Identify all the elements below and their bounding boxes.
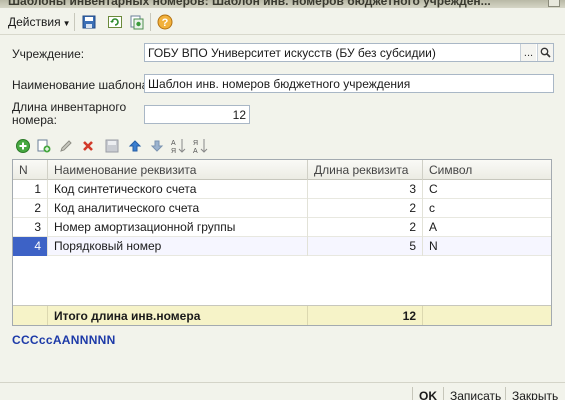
cell-length: 3 — [308, 180, 423, 199]
institution-field[interactable]: ГОБУ ВПО Университет искусств (БУ без су… — [144, 43, 554, 62]
edit-icon[interactable] — [57, 137, 74, 154]
window-titlebar[interactable]: Шаблоны инвентарных номеров: Шаблон инв.… — [0, 0, 565, 8]
cell-length: 2 — [308, 218, 423, 237]
footer-blank — [13, 306, 48, 325]
delete-icon[interactable] — [79, 137, 96, 154]
toolbar-separator — [74, 13, 75, 31]
cell-name: Код аналитического счета — [48, 199, 308, 218]
actions-menu-button[interactable]: Действия ▼ — [4, 13, 75, 31]
end-edit-icon[interactable] — [103, 137, 120, 154]
svg-text:Я: Я — [193, 140, 198, 147]
bottom-divider — [0, 382, 565, 383]
cell-length: 2 — [308, 199, 423, 218]
cell-name: Код синтетического счета — [48, 180, 308, 199]
save-button[interactable]: Записать — [450, 389, 501, 400]
column-header-n[interactable]: N — [13, 160, 48, 180]
template-name-input[interactable]: Шаблон инв. номеров бюджетного учреждени… — [144, 74, 554, 93]
svg-text:A: A — [193, 148, 198, 154]
select-button[interactable]: ... — [520, 44, 536, 61]
institution-label: Учреждение: — [12, 47, 85, 61]
sort-asc-icon[interactable]: AЯ — [170, 137, 187, 154]
button-separator — [505, 387, 506, 400]
length-label: Длина инвентарного номера: — [12, 101, 126, 127]
cell-symbol: c — [429, 201, 435, 215]
length-value: 12 — [232, 108, 246, 122]
requisites-table[interactable]: N Наименование реквизита Длина реквизита… — [12, 159, 552, 326]
svg-text:A: A — [171, 140, 176, 147]
close-button[interactable]: Закрыть — [512, 389, 558, 400]
refresh-icon[interactable] — [106, 13, 124, 31]
move-down-icon[interactable] — [148, 137, 165, 154]
cell-n: 2 — [13, 199, 48, 218]
length-label-line2: номера: — [12, 113, 57, 127]
cell-n: 1 — [13, 180, 48, 199]
institution-value: ГОБУ ВПО Университет искусств (БУ без су… — [148, 46, 436, 60]
cell-length: 5 — [308, 237, 423, 256]
copy-icon[interactable] — [128, 13, 146, 31]
length-input[interactable]: 12 — [144, 105, 250, 124]
column-header-length[interactable]: Длина реквизита — [308, 160, 423, 180]
footer-total: 12 — [308, 306, 423, 325]
select-button-label: ... — [523, 46, 534, 59]
table-row-selected[interactable]: 4 Порядковый номер 5 N — [13, 237, 551, 256]
copy-row-icon[interactable] — [35, 137, 52, 154]
actions-menu-label: Действия — [8, 15, 61, 29]
table-row[interactable]: 1 Код синтетического счета 3 C — [13, 180, 551, 199]
column-header-name[interactable]: Наименование реквизита — [48, 160, 308, 180]
cell-n: 4 — [13, 237, 48, 256]
table-row[interactable]: 3 Номер амортизационной группы 2 A — [13, 218, 551, 237]
table-footer: Итого длина инв.номера 12 — [13, 305, 551, 325]
table-header: N Наименование реквизита Длина реквизита… — [13, 160, 551, 180]
button-separator — [443, 387, 444, 400]
pattern-preview: CCCccAANNNNN — [12, 333, 116, 347]
ok-button[interactable]: OK — [419, 389, 437, 400]
toolbar-separator — [150, 13, 151, 31]
button-separator — [412, 387, 413, 400]
cell-n: 3 — [13, 218, 48, 237]
cell-symbol: C — [429, 182, 438, 196]
template-name-value: Шаблон инв. номеров бюджетного учреждени… — [148, 77, 411, 91]
footer-symbol-blank — [423, 306, 551, 325]
svg-text:Я: Я — [171, 148, 176, 154]
cell-symbol: N — [429, 239, 438, 253]
cell-symbol: A — [429, 220, 438, 234]
template-name-label: Наименование шаблона: — [12, 78, 152, 92]
cell-name: Порядковый номер — [48, 237, 308, 256]
help-icon[interactable]: ? — [156, 13, 174, 31]
cell-name: Номер амортизационной группы — [48, 218, 308, 237]
close-window-icon[interactable] — [548, 0, 560, 7]
dropdown-arrow-icon: ▼ — [62, 19, 71, 28]
save-icon[interactable] — [80, 13, 98, 31]
svg-text:?: ? — [162, 17, 169, 29]
footer-label: Итого длина инв.номера — [48, 306, 308, 325]
column-header-symbol[interactable]: Символ — [423, 160, 551, 180]
form-toolbar: Действия ▼ ? — [0, 9, 565, 35]
table-row[interactable]: 2 Код аналитического счета 2 c — [13, 199, 551, 218]
move-up-icon[interactable] — [126, 137, 143, 154]
add-icon[interactable] — [14, 137, 31, 154]
search-icon[interactable] — [537, 44, 553, 61]
sort-desc-icon[interactable]: ЯA — [192, 137, 209, 154]
window-title: Шаблоны инвентарных номеров: Шаблон инв.… — [8, 0, 491, 8]
